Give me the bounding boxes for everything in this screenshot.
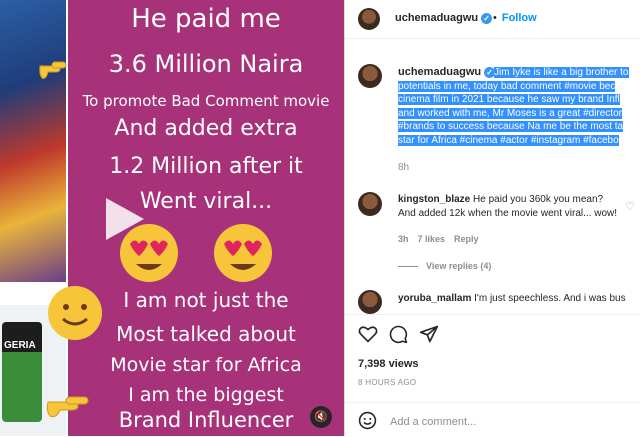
comment-time[interactable]: 3h xyxy=(398,234,409,244)
video-text-line: Movie star for Africa xyxy=(110,354,302,376)
caption-line: star for Africa #cinema #actor #instagra… xyxy=(398,134,619,146)
avatar[interactable] xyxy=(358,8,380,30)
view-replies-label[interactable]: View replies (4) xyxy=(426,261,491,271)
post-details-panel: uchemaduagwu ✓ • Follow uchemaduagwu ✓ Jim … xyxy=(344,0,640,436)
post-header: uchemaduagwu ✓ • Follow xyxy=(345,0,640,39)
reply-button[interactable]: Reply xyxy=(454,234,479,244)
add-comment-input[interactable]: Add a comment... xyxy=(390,416,476,428)
follow-button[interactable]: • Follow xyxy=(493,12,537,24)
username-link[interactable]: uchemaduagwu xyxy=(395,12,478,24)
add-comment-bar: Add a comment... xyxy=(345,402,640,437)
caption-text: Jim Iyke is like a big brother to potent… xyxy=(398,66,640,147)
cup-photo xyxy=(2,322,42,422)
caption-time[interactable]: 8h xyxy=(398,162,409,173)
emoji-icon[interactable] xyxy=(358,411,377,430)
caption-line: #brands to success because Na me be the … xyxy=(398,121,624,132)
post-media[interactable]: GERIA He paid me 3.6 Million Naira To pr… xyxy=(0,0,344,436)
comment-avatar[interactable] xyxy=(358,192,382,216)
caption-line: Jim Iyke is like a big brother to xyxy=(494,67,629,78)
cup-text: GERIA xyxy=(4,340,36,351)
heart-eyes-emoji-icon xyxy=(214,224,272,282)
video-text-line: I am not just the xyxy=(123,288,289,312)
heart-icon[interactable] xyxy=(358,325,378,343)
video-text-line: To promote Bad Comment movie xyxy=(82,92,330,110)
comment-text: And added 12k when the movie went viral.… xyxy=(398,207,618,219)
pointing-hand-icon xyxy=(39,61,67,79)
post-age[interactable]: 8 HOURS AGO xyxy=(358,378,416,387)
comment-meta: 3h 7 likes Reply xyxy=(398,234,488,244)
caption-line: potentials in me, today bad comment #mov… xyxy=(398,80,616,92)
video-text-line: 1.2 Million after it xyxy=(109,154,303,179)
video-text-line: He paid me xyxy=(131,4,281,34)
video-text-line: 3.6 Million Naira xyxy=(108,50,304,78)
comment-icon[interactable] xyxy=(389,325,408,344)
comment-username[interactable]: kingston_blaze xyxy=(398,194,470,205)
pointing-hand-icon xyxy=(46,396,89,418)
mute-icon[interactable]: 🔇 xyxy=(310,406,332,428)
play-icon[interactable] xyxy=(100,196,146,242)
follow-label[interactable]: Follow xyxy=(502,12,537,24)
comment-text: He paid you 360k you mean? xyxy=(473,194,604,205)
caption-avatar[interactable] xyxy=(358,64,382,88)
share-icon[interactable] xyxy=(419,324,439,344)
caption-line: cinema film in 2021 because he saw my br… xyxy=(398,94,620,105)
verified-badge-icon: ✓ xyxy=(481,12,493,24)
header-username[interactable]: uchemaduagwu ✓ xyxy=(395,12,493,24)
view-replies-button[interactable]: View replies (4) xyxy=(398,261,491,271)
comment-like-icon[interactable]: ♡ xyxy=(625,200,635,213)
comment-text: I'm just speechless. And i was bus xyxy=(474,293,626,304)
comment-body: yoruba_mallam I'm just speechless. And i… xyxy=(398,292,640,306)
separator-dot: • xyxy=(493,12,497,24)
person-photo-top xyxy=(0,0,66,282)
comment-body: kingston_blaze He paid you 360k you mean… xyxy=(398,193,640,220)
video-text-line: I am the biggest xyxy=(128,384,284,406)
smiling-emoji-icon xyxy=(48,286,102,340)
comment-likes[interactable]: 7 likes xyxy=(418,234,446,244)
comment-username[interactable]: yoruba_mallam xyxy=(398,293,471,304)
video-text-line: Most talked about xyxy=(116,322,296,346)
views-count[interactable]: 7,398 views xyxy=(358,358,419,370)
comment-avatar[interactable] xyxy=(358,290,382,314)
replies-line xyxy=(398,266,418,268)
video-text-line: And added extra xyxy=(114,116,298,141)
caption-line: and worked with me, Mr Moses is a great … xyxy=(398,107,622,119)
video-text-line: Brand Influencer xyxy=(118,408,294,432)
